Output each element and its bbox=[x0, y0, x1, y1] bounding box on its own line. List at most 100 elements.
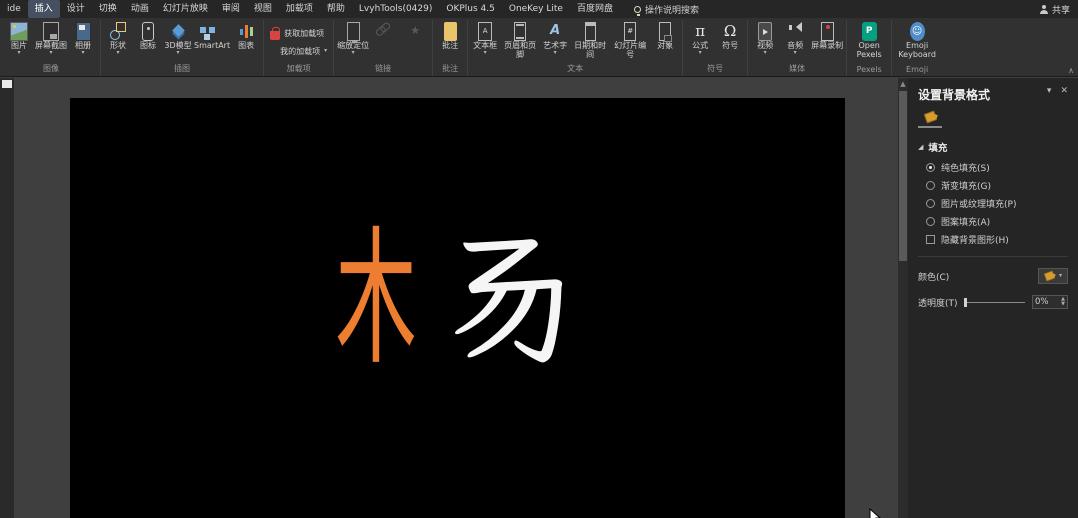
tab-help[interactable]: 帮助 bbox=[320, 0, 352, 18]
tab-ide[interactable]: ide bbox=[0, 0, 28, 18]
pexels-icon: P bbox=[861, 22, 877, 41]
option-solid-fill[interactable]: 纯色填充(S) bbox=[926, 161, 1068, 174]
fill-tab[interactable] bbox=[918, 110, 942, 128]
tab-review[interactable]: 审阅 bbox=[215, 0, 247, 18]
tab-addins[interactable]: 加载项 bbox=[279, 0, 320, 18]
option-hide-background-graphics[interactable]: 隐藏背景图形(H) bbox=[926, 233, 1068, 246]
option-gradient-fill[interactable]: 渐变填充(G) bbox=[926, 179, 1068, 192]
ribbon-group-images: 图片 ▾ 屏幕截图 ▾ 相册 ▾ 图像 bbox=[2, 20, 101, 76]
dropdown-caret-icon: ▾ bbox=[49, 49, 53, 57]
screen-record-button[interactable]: 屏幕录制 bbox=[810, 20, 844, 50]
header-footer-button[interactable]: 页眉和页脚 bbox=[500, 20, 540, 59]
screenshot-icon bbox=[43, 22, 59, 41]
slide-number-button[interactable]: # 幻灯片编号 bbox=[610, 20, 650, 59]
link-button[interactable] bbox=[370, 20, 400, 41]
ribbon-group-symbols: π 公式 ▾ Ω 符号 符号 bbox=[683, 20, 749, 76]
smartart-button[interactable]: SmartArt bbox=[193, 20, 231, 50]
option-pattern-fill[interactable]: 图案填充(A) bbox=[926, 215, 1068, 228]
scroll-up-icon[interactable]: ▲ bbox=[900, 78, 905, 88]
workspace: 木 𠃓 ▲ 设置背景格式 ▾ ✕ ◢ 填充 纯色填充(S) 渐变填充(G) 图片… bbox=[0, 78, 1078, 518]
canvas-scrollbar[interactable]: ▲ bbox=[898, 78, 908, 518]
chart-icon bbox=[239, 22, 253, 41]
dropdown-caret-icon: ▾ bbox=[793, 49, 797, 57]
my-addins-button[interactable]: 我的加载项 ▾ bbox=[266, 43, 331, 60]
scrollbar-thumb[interactable] bbox=[899, 91, 907, 261]
titlebar: ide 插入 设计 切换 动画 幻灯片放映 审阅 视图 加载项 帮助 LvyhT… bbox=[0, 0, 1078, 18]
textbox-icon: A bbox=[478, 22, 493, 41]
tab-insert[interactable]: 插入 bbox=[27, 0, 60, 18]
share-button[interactable]: 共享 bbox=[1039, 3, 1070, 16]
option-picture-texture-fill[interactable]: 图片或纹理填充(P) bbox=[926, 197, 1068, 210]
object-button[interactable]: 对象 bbox=[650, 20, 680, 50]
link-icon bbox=[373, 19, 397, 44]
chart-button[interactable]: 图表 bbox=[231, 20, 261, 50]
equation-button[interactable]: π 公式 ▾ bbox=[685, 20, 715, 56]
ribbon-group-addins: 获取加载项 我的加载项 ▾ 加载项 bbox=[264, 20, 335, 76]
video-icon bbox=[758, 22, 773, 41]
tab-animations[interactable]: 动画 bbox=[124, 0, 156, 18]
spinner-arrows-icon[interactable]: ▲ ▼ bbox=[1061, 297, 1065, 307]
action-button[interactable]: ★ bbox=[400, 20, 430, 41]
tab-okplus[interactable]: OKPlus 4.5 bbox=[439, 0, 501, 18]
transparency-spinner[interactable]: 0% ▲ ▼ bbox=[1032, 295, 1068, 309]
dropdown-caret-icon: ▾ bbox=[17, 49, 21, 57]
shapes-button[interactable]: 形状 ▾ bbox=[103, 20, 133, 56]
tab-lvyhtools[interactable]: LvyhTools(0429) bbox=[352, 0, 439, 18]
tab-onekey[interactable]: OneKey Lite bbox=[502, 0, 570, 18]
lightbulb-icon bbox=[633, 5, 641, 16]
slide[interactable]: 木 𠃓 bbox=[70, 98, 845, 518]
dropdown-caret-icon: ▾ bbox=[81, 49, 85, 57]
audio-icon bbox=[788, 22, 803, 41]
tab-view[interactable]: 视图 bbox=[247, 0, 279, 18]
paint-bucket-icon bbox=[923, 110, 937, 124]
3d-models-button[interactable]: 3D模型 ▾ bbox=[163, 20, 193, 56]
slide-thumbnail-strip[interactable] bbox=[0, 78, 14, 518]
tell-me-search[interactable]: 操作说明搜索 bbox=[633, 3, 699, 16]
dropdown-caret-icon: ▾ bbox=[176, 49, 180, 57]
ribbon-group-media: 视频 ▾ 音频 ▾ 屏幕录制 媒体 bbox=[748, 20, 848, 76]
panel-menu-chevron-icon[interactable]: ▾ bbox=[1047, 86, 1052, 96]
action-icon: ★ bbox=[410, 24, 421, 38]
dropdown-caret-icon: ▾ bbox=[553, 49, 557, 57]
video-button[interactable]: 视频 ▾ bbox=[750, 20, 780, 56]
comment-button[interactable]: 批注 bbox=[435, 20, 465, 50]
photo-album-button[interactable]: 相册 ▾ bbox=[68, 20, 98, 56]
group-label-emoji: Emoji bbox=[906, 65, 929, 74]
group-label-comments: 批注 bbox=[442, 64, 459, 73]
screenshot-button[interactable]: 屏幕截图 ▾ bbox=[34, 20, 68, 56]
tab-slideshow[interactable]: 幻灯片放映 bbox=[156, 0, 215, 18]
picture-icon bbox=[10, 22, 28, 41]
transparency-row: 透明度(T) 0% ▲ ▼ bbox=[918, 295, 1068, 309]
tab-baidu-netdisk[interactable]: 百度网盘 bbox=[570, 0, 620, 18]
comment-icon bbox=[443, 22, 457, 41]
screen-record-icon bbox=[820, 22, 834, 41]
radio-icon bbox=[926, 199, 935, 208]
icons-button[interactable]: 图标 bbox=[133, 20, 163, 50]
header-footer-icon bbox=[514, 22, 527, 41]
slide-thumbnail[interactable] bbox=[2, 80, 12, 88]
ribbon-group-comments: 批注 批注 bbox=[433, 20, 469, 76]
open-pexels-button[interactable]: P Open Pexels bbox=[849, 20, 889, 59]
emoji-keyboard-icon: ☺ bbox=[909, 22, 925, 41]
transparency-slider[interactable] bbox=[963, 297, 1025, 307]
color-label: 颜色(C) bbox=[918, 272, 950, 283]
shapes-icon bbox=[109, 22, 127, 41]
tab-transitions[interactable]: 切换 bbox=[92, 0, 124, 18]
group-label-pexels: Pexels bbox=[856, 65, 882, 74]
emoji-keyboard-button[interactable]: ☺ Emoji Keyboard bbox=[894, 20, 940, 59]
ribbon-group-pexels: P Open Pexels Pexels bbox=[847, 20, 893, 76]
audio-button[interactable]: 音频 ▾ bbox=[780, 20, 810, 56]
date-time-button[interactable]: 日期和时间 bbox=[570, 20, 610, 59]
zoom-definition-button[interactable]: 缩放定位 ▾ bbox=[336, 20, 370, 56]
fill-section-header[interactable]: ◢ 填充 bbox=[918, 140, 1068, 154]
tab-design[interactable]: 设计 bbox=[60, 0, 92, 18]
collapse-ribbon-icon[interactable]: ∧ bbox=[1068, 66, 1074, 75]
dropdown-caret-icon: ▾ bbox=[483, 49, 487, 57]
get-addins-button[interactable]: 获取加载项 bbox=[266, 24, 328, 43]
panel-close-icon[interactable]: ✕ bbox=[1060, 86, 1068, 96]
symbol-button[interactable]: Ω 符号 bbox=[715, 20, 745, 50]
wordart-button[interactable]: A 艺术字 ▾ bbox=[540, 20, 570, 56]
color-picker-button[interactable]: ▾ bbox=[1037, 268, 1068, 284]
insert-picture-button[interactable]: 图片 ▾ bbox=[4, 20, 34, 56]
textbox-button[interactable]: A 文本框 ▾ bbox=[470, 20, 500, 56]
